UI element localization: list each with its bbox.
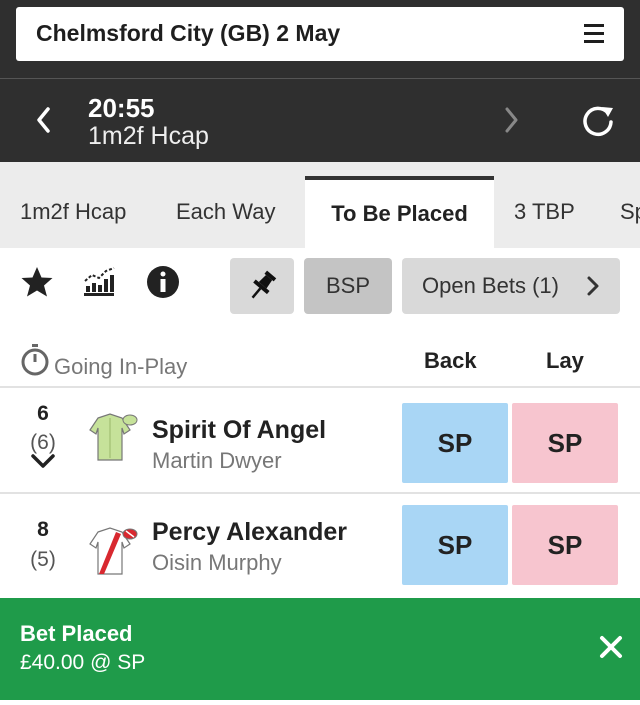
runner-name: Spirit Of Angel: [152, 416, 327, 444]
tab-each-way[interactable]: Each Way: [176, 176, 275, 248]
chevron-right-icon[interactable]: [502, 105, 522, 135]
race-header: 20:55 1m2f Hcap: [0, 78, 640, 163]
jockey-silk-icon: [89, 413, 138, 461]
runner-row: 6 (6) Spirit Of Angel Martin Dwyer SP SP: [0, 388, 640, 494]
pin-icon: [251, 270, 277, 299]
open-bets-label: Open Bets (1): [422, 273, 559, 298]
menu-icon[interactable]: [584, 24, 604, 44]
lay-price-button[interactable]: SP: [512, 505, 618, 585]
back-column-header: Back: [424, 348, 477, 373]
jockey-silk-icon: [89, 527, 138, 575]
chart-icon[interactable]: [82, 265, 116, 299]
jockey-name: Martin Dwyer: [152, 448, 282, 473]
bsp-toggle-button[interactable]: BSP: [304, 258, 392, 314]
info-icon[interactable]: [146, 265, 180, 299]
tab-race[interactable]: 1m2f Hcap: [20, 176, 126, 248]
back-price-button[interactable]: SP: [402, 505, 508, 585]
venue-title: Chelmsford City (GB) 2 May: [36, 20, 341, 46]
tab-more[interactable]: Sp: [620, 176, 640, 248]
star-icon[interactable]: [20, 265, 54, 299]
race-name: 1m2f Hcap: [88, 122, 209, 150]
close-icon[interactable]: [596, 632, 626, 662]
refresh-icon[interactable]: [580, 103, 616, 139]
lay-price-button[interactable]: SP: [512, 403, 618, 483]
toast-title: Bet Placed: [20, 621, 133, 646]
toast-message: £40.00 @ SP: [20, 651, 146, 674]
runner-draw: (5): [30, 548, 56, 571]
lay-column-header: Lay: [546, 348, 584, 373]
stopwatch-icon: [21, 344, 49, 376]
runner-row: 8 (5) Percy Alexander Oisin Murphy SP SP: [0, 494, 640, 600]
runner-number: 6: [37, 402, 49, 425]
toolbar: BSP Open Bets (1): [0, 248, 640, 328]
top-bar: Chelmsford City (GB) 2 May: [0, 0, 640, 78]
jockey-name: Oisin Murphy: [152, 550, 282, 575]
open-bets-button[interactable]: Open Bets (1): [402, 258, 620, 314]
column-header: Going In-Play Back Lay: [0, 328, 640, 388]
chevron-down-icon[interactable]: [30, 451, 56, 471]
chevron-left-icon[interactable]: [34, 105, 54, 135]
tab-3-tbp[interactable]: 3 TBP: [514, 176, 575, 248]
tab-to-be-placed[interactable]: To Be Placed: [305, 176, 494, 248]
race-time: 20:55: [88, 93, 155, 123]
market-tabs: 1m2f Hcap Each Way To Be Placed 3 TBP Sp: [0, 162, 640, 248]
bet-placed-toast: Bet Placed £40.00 @ SP: [0, 598, 640, 700]
venue-selector[interactable]: Chelmsford City (GB) 2 May: [16, 7, 624, 61]
going-in-play-label: Going In-Play: [54, 354, 188, 379]
runner-number: 8: [37, 518, 49, 541]
runner-name: Percy Alexander: [152, 518, 348, 546]
chevron-right-icon: [587, 276, 599, 296]
back-price-button[interactable]: SP: [402, 403, 508, 483]
pin-button[interactable]: [230, 258, 294, 314]
